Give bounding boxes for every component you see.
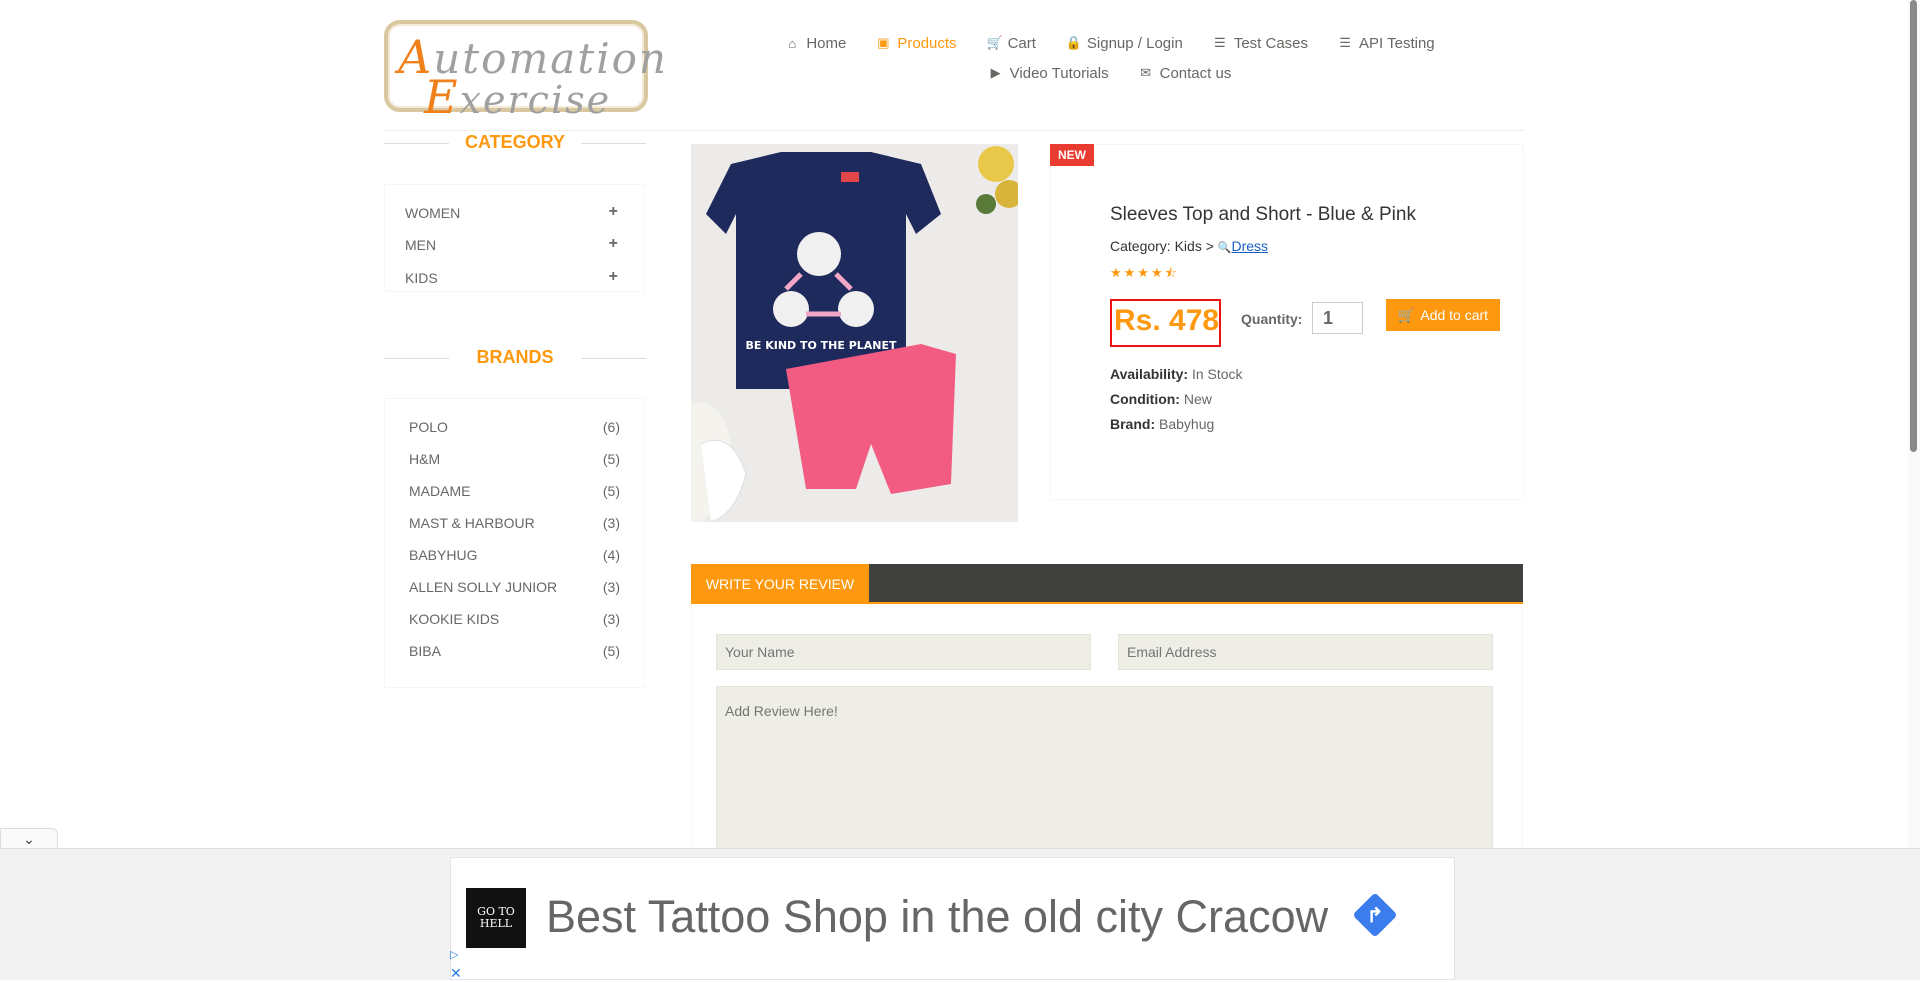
list-icon: ☰ <box>1339 35 1351 50</box>
brand-item[interactable]: MADAME (5) <box>409 483 620 499</box>
envelope-icon: ✉ <box>1140 65 1152 80</box>
brand-count: (3) <box>602 579 620 595</box>
search-icon: 🔍 <box>1217 242 1232 254</box>
review-email-input[interactable] <box>1118 634 1493 670</box>
review-textarea[interactable] <box>716 686 1493 856</box>
nav-label: Cart <box>1007 34 1036 52</box>
quantity-label: Quantity: <box>1241 311 1303 327</box>
scrollbar-thumb[interactable] <box>1910 0 1917 452</box>
new-badge: NEW <box>1050 144 1094 166</box>
category-link-dress[interactable]: Dress <box>1231 238 1268 254</box>
brand-item[interactable]: BIBA (5) <box>409 643 620 659</box>
availability-row: Availability: In Stock <box>1110 366 1243 382</box>
plus-icon: + <box>608 235 618 252</box>
nav-row-1: ⌂ Home ▣ Products 🛒 Cart 🔒 Signup / Login ☰ Test … <box>720 28 1500 58</box>
cart-icon: 🛒 <box>986 35 1003 50</box>
brand-row: Brand: Babyhug <box>1110 416 1215 432</box>
product-photo: BE KIND TO THE PLANET <box>691 144 1018 522</box>
arrow-right-icon: ↱ <box>1366 904 1384 927</box>
shirt-print-text: BE KIND TO THE PLANET <box>745 339 897 352</box>
brand-name: MADAME <box>409 483 471 499</box>
nav-row-2: ▶ Video Tutorials ✉ Contact us <box>720 58 1500 88</box>
brand-count: (3) <box>602 515 620 531</box>
brand-item[interactable]: H&M (5) <box>409 451 620 467</box>
lock-icon: 🔒 <box>1065 35 1083 50</box>
brands-panel: POLO (6) H&M (5) MADAME (5) MAST & HARBOUR (3) B… <box>384 398 645 688</box>
brand-count: (3) <box>602 611 620 627</box>
nav-label: API Testing <box>1359 34 1435 52</box>
logo-line-2: Exercise <box>424 70 612 124</box>
nav-link-test-cases[interactable]: ☰ Test Cases <box>1213 35 1308 52</box>
brands-title: BRANDS <box>384 347 646 368</box>
close-icon[interactable]: ✕ <box>450 965 462 982</box>
product-image: BE KIND TO THE PLANET <box>691 144 1018 522</box>
nav-link-api-testing[interactable]: ☰ API Testing <box>1338 34 1435 52</box>
nav-label: Signup / Login <box>1086 34 1183 52</box>
list-icon: ☰ <box>1214 35 1226 50</box>
collapse-ad-button[interactable]: ⌄ <box>0 828 58 850</box>
nav-link-products[interactable]: ▣ Products <box>876 35 956 52</box>
brand-name: POLO <box>409 419 448 435</box>
brand-count: (5) <box>602 451 620 467</box>
nav-label: Contact us <box>1159 64 1232 82</box>
brand-item[interactable]: ALLEN SOLLY JUNIOR (3) <box>409 579 620 595</box>
brand-name: BABYHUG <box>409 547 478 563</box>
brand-item[interactable]: BABYHUG (4) <box>409 547 620 563</box>
brand-count: (5) <box>602 643 620 659</box>
review-name-input[interactable] <box>716 634 1091 670</box>
nav-link-signup-login[interactable]: 🔒 Signup / Login <box>1066 35 1183 52</box>
tab-write-review[interactable]: WRITE YOUR REVIEW <box>691 564 869 604</box>
adchoices-icon[interactable]: ▷ <box>450 948 458 961</box>
nav-label: Products <box>897 34 957 52</box>
brand-count: (5) <box>602 483 620 499</box>
plus-icon: + <box>608 203 618 220</box>
brand-item[interactable]: POLO (6) <box>409 419 620 435</box>
condition-row: Condition: New <box>1110 391 1212 407</box>
product-name: Sleeves Top and Short - Blue & Pink <box>1110 204 1416 225</box>
product-category: Category: Kids > 🔍Dress <box>1110 238 1269 254</box>
product-price: Rs. 478 <box>1114 304 1220 337</box>
category-item-women[interactable]: WOMEN + <box>405 203 618 222</box>
nav-label: Home <box>806 34 847 52</box>
rating-stars: ★★★★⯪ <box>1110 265 1179 280</box>
ad-logo[interactable]: GO TO HELL <box>466 888 526 948</box>
brand-count: (4) <box>602 547 620 563</box>
brand-name: ALLEN SOLLY JUNIOR <box>409 579 558 595</box>
brand-item[interactable]: MAST & HARBOUR (3) <box>409 515 620 531</box>
chevron-down-icon: ⌄ <box>23 831 35 847</box>
cart-icon: 🛒 <box>1397 306 1416 323</box>
quantity-input[interactable] <box>1312 302 1363 334</box>
add-to-cart-button[interactable]: 🛒 Add to cart <box>1386 299 1500 331</box>
youtube-icon: ▶ <box>990 65 1001 80</box>
site-logo[interactable]: Automation Exercise <box>384 20 666 124</box>
main-nav: ⌂ Home ▣ Products 🛒 Cart 🔒 Signup / Login ☰ Test … <box>720 28 1500 88</box>
category-item-kids[interactable]: KIDS + <box>405 268 618 287</box>
nav-link-cart[interactable]: 🛒 Cart <box>987 35 1036 52</box>
nav-link-video-tutorials[interactable]: ▶ Video Tutorials <box>989 65 1109 82</box>
nav-label: Video Tutorials <box>1009 64 1109 82</box>
shop-icon: ▣ <box>877 35 890 50</box>
nav-link-contact-us[interactable]: ✉ Contact us <box>1139 64 1232 82</box>
category-panel: WOMEN + MEN + KIDS + <box>384 184 645 292</box>
category-title: CATEGORY <box>384 132 646 153</box>
nav-link-home[interactable]: ⌂ Home <box>785 35 846 52</box>
brand-item[interactable]: KOOKIE KIDS (3) <box>409 611 620 627</box>
brand-count: (6) <box>602 419 620 435</box>
ad-headline[interactable]: Best Tattoo Shop in the old city Cracow <box>546 891 1328 943</box>
brand-name: H&M <box>409 451 441 467</box>
home-icon: ⌂ <box>788 35 797 51</box>
brand-name: BIBA <box>409 643 441 659</box>
plus-icon: + <box>608 268 618 285</box>
category-item-men[interactable]: MEN + <box>405 235 618 254</box>
brand-name: KOOKIE KIDS <box>409 611 500 627</box>
header-divider <box>384 130 1524 131</box>
brand-name: MAST & HARBOUR <box>409 515 535 531</box>
nav-label: Test Cases <box>1233 34 1309 52</box>
